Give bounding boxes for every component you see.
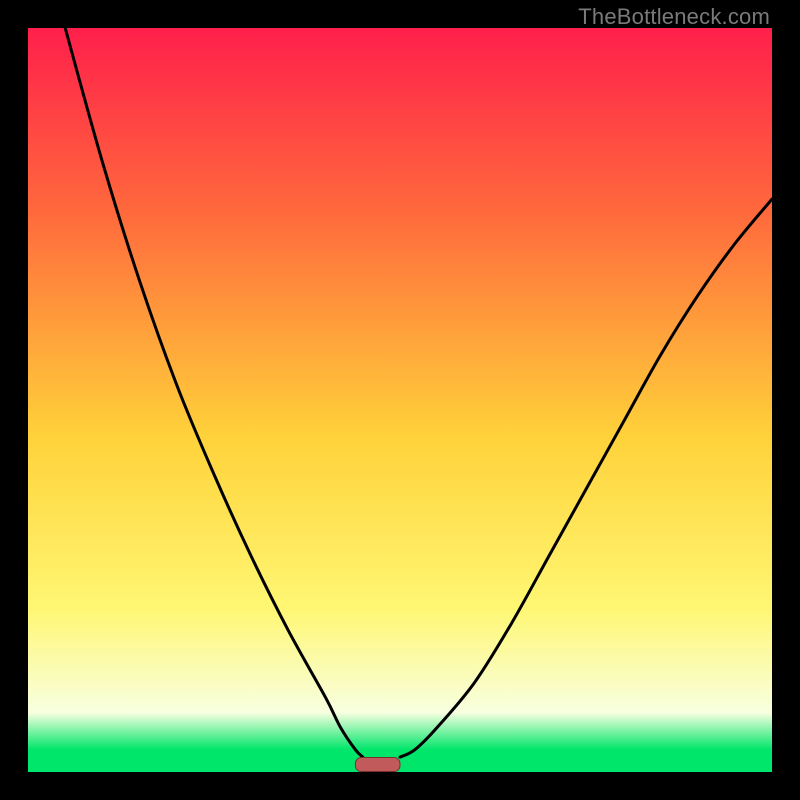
bottleneck-marker [355,758,400,772]
watermark-text: TheBottleneck.com [578,4,770,30]
gradient-background [28,28,772,772]
plot-frame [28,28,772,772]
bottleneck-chart [28,28,772,772]
